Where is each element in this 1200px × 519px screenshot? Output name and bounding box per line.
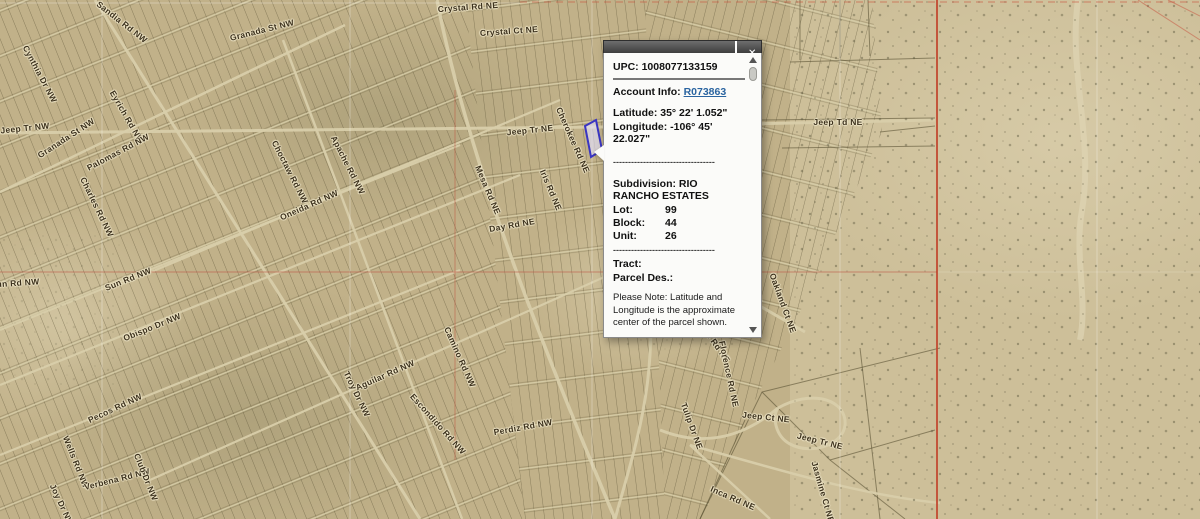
parcel-field-label: Lot: <box>613 203 633 216</box>
upc-line: UPC: 1008077133159 <box>613 61 745 73</box>
subdivision-line: Subdivision: RIO RANCHO ESTATES <box>613 178 745 202</box>
parcel-field-value: 26 <box>665 229 677 242</box>
dashed-separator: ---------------------------------- <box>613 244 715 255</box>
parcel-field-row: Lot: 99 <box>613 204 745 216</box>
account-info-label: Account Info: <box>613 86 681 99</box>
longitude-label: Longitude: <box>613 121 668 134</box>
account-info-link[interactable]: R073863 <box>684 86 727 98</box>
parcel-field-label: Block: <box>613 216 646 229</box>
parcel-field-value: 44 <box>665 216 677 229</box>
scroll-up-arrow[interactable] <box>749 57 757 63</box>
scrollbar-thumb[interactable] <box>749 67 757 81</box>
parcel-field-row: Unit: 26 <box>613 230 745 242</box>
parcel-des-label: Parcel Des.: <box>613 272 674 285</box>
upc-value: 1008077133159 <box>641 61 718 73</box>
divider-rule <box>613 78 745 81</box>
scroll-down-arrow[interactable] <box>749 326 757 333</box>
dashed-separator: ---------------------------------- <box>613 157 715 168</box>
restore-window-icon[interactable] <box>735 41 744 61</box>
parcel-field-value: 99 <box>665 203 677 216</box>
popup-callout-tail <box>594 145 604 161</box>
upc-label: UPC: <box>613 61 639 73</box>
popup-titlebar[interactable]: ✕ <box>603 40 762 61</box>
parcel-info-popup: ✕ UPC: 1008077133159 Account Info: R0738… <box>594 40 762 338</box>
latitude-label: Latitude: <box>613 107 658 120</box>
popup-note: Please Note: Latitude and Longitude is t… <box>613 292 735 328</box>
tract-line: Tract: <box>613 258 745 270</box>
map-viewport[interactable]: Sandia Rd NW Crystal Rd NE Crystal Ct NE Gr… <box>0 0 1200 519</box>
parcel-field-label: Unit: <box>613 229 637 242</box>
latitude-line: Latitude: 35° 22' 1.052" <box>613 107 745 119</box>
close-icon[interactable]: ✕ <box>748 43 757 59</box>
longitude-line: Longitude: -106° 45' 22.027" <box>613 121 745 145</box>
tract-label: Tract: <box>613 258 642 271</box>
popup-body: UPC: 1008077133159 Account Info: R073863… <box>594 53 762 338</box>
parcel-des-line: Parcel Des.: <box>613 272 745 284</box>
latitude-value: 35° 22' 1.052" <box>660 107 728 120</box>
account-info-line: Account Info: R073863 <box>613 86 745 98</box>
popup-scrollbar[interactable] <box>748 57 758 333</box>
aerial-map[interactable] <box>0 0 1200 519</box>
subdivision-label: Subdivision: <box>613 177 676 190</box>
parcel-field-row: Block: 44 <box>613 217 745 229</box>
lot-block-unit-table: Lot: 99 Block: 44 Unit: 26 <box>613 204 745 242</box>
